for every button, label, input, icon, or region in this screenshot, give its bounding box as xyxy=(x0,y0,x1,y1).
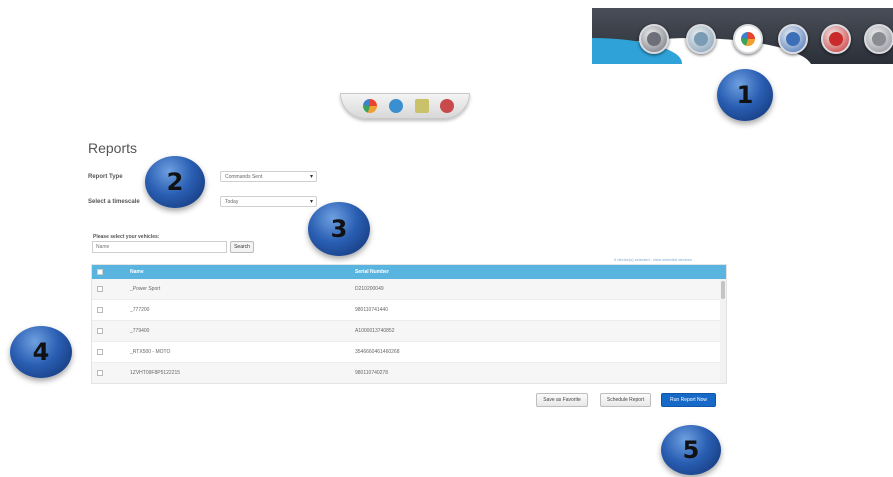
callout-4: 4 xyxy=(10,326,72,378)
globe-icon[interactable] xyxy=(389,99,403,113)
vehicle-name: _777200 xyxy=(130,307,150,313)
map-icon xyxy=(694,32,708,46)
power-icon xyxy=(872,32,886,46)
vehicle-serial: 3546660461460268 xyxy=(355,349,400,355)
list-icon[interactable] xyxy=(415,99,429,113)
vehicles-label: Please select your vehicles: xyxy=(93,234,160,240)
select-all-checkbox[interactable] xyxy=(97,269,103,275)
gray-circle-icon xyxy=(647,32,661,46)
vehicle-table: Name Serial Number _Power Sport D2102000… xyxy=(91,264,727,384)
table-row[interactable]: _777200 980110741440 xyxy=(92,300,726,321)
vehicle-serial: 980110741440 xyxy=(355,307,388,313)
vehicle-name: _Power Sport xyxy=(130,286,161,292)
timescale-select[interactable]: Today ▾ xyxy=(220,196,317,207)
vehicle-search-input[interactable] xyxy=(92,241,227,253)
callout-3: 3 xyxy=(308,202,370,256)
timescale-value: Today xyxy=(225,199,239,205)
help-toolbar-button[interactable] xyxy=(821,24,851,54)
search-button[interactable]: Search xyxy=(230,241,254,253)
table-row[interactable]: _779400 A1000013740852 xyxy=(92,321,726,342)
save-as-favorite-button[interactable]: Save as Favorite xyxy=(536,393,588,407)
pie-chart-icon[interactable] xyxy=(363,99,377,113)
report-type-label: Report Type xyxy=(88,174,123,180)
row-checkbox[interactable] xyxy=(97,286,103,292)
vehicle-serial: 980110740278 xyxy=(355,370,388,376)
home-icon xyxy=(786,32,800,46)
timescale-label: Select a timescale xyxy=(88,199,140,205)
selection-info-link[interactable]: 0 device(s) selected - view selected dev… xyxy=(614,257,692,262)
chevron-down-icon: ▾ xyxy=(309,174,313,180)
map-toolbar-button[interactable] xyxy=(686,24,716,54)
row-checkbox[interactable] xyxy=(97,328,103,334)
report-type-value: Commands Sent xyxy=(225,174,263,180)
row-checkbox[interactable] xyxy=(97,307,103,313)
table-header: Name Serial Number xyxy=(92,265,726,279)
power-toolbar-button[interactable] xyxy=(864,24,893,54)
page-title: Reports xyxy=(88,140,138,156)
chevron-down-icon: ▾ xyxy=(309,199,313,205)
schedule-report-button[interactable]: Schedule Report xyxy=(600,393,651,407)
callout-2: 2 xyxy=(145,156,205,208)
vehicle-name: _RTX500 - MOTO xyxy=(130,349,171,355)
callout-1: 1 xyxy=(717,69,773,121)
callout-5: 5 xyxy=(661,425,721,475)
help-icon xyxy=(829,32,843,46)
heart-icon[interactable] xyxy=(440,99,454,113)
table-row[interactable]: 1ZVHT09F8P5122215 980110740278 xyxy=(92,363,726,383)
vehicle-serial: D210200049 xyxy=(355,286,384,292)
column-header-serial: Serial Number xyxy=(355,269,389,275)
run-report-now-button[interactable]: Run Report Now xyxy=(661,393,716,407)
report-type-select[interactable]: Commands Sent ▾ xyxy=(220,171,317,182)
table-row[interactable]: _RTX500 - MOTO 3546660461460268 xyxy=(92,342,726,363)
gray-circle-toolbar-button[interactable] xyxy=(639,24,669,54)
reports-mini-toolbar xyxy=(340,93,470,119)
home-toolbar-button[interactable] xyxy=(778,24,808,54)
table-scrollbar-thumb[interactable] xyxy=(721,281,725,299)
table-row[interactable]: _Power Sport D210200049 xyxy=(92,279,726,300)
pie-chart-icon xyxy=(741,32,755,46)
vehicle-name: _779400 xyxy=(130,328,150,334)
table-body: _Power Sport D210200049 _777200 98011074… xyxy=(92,279,726,383)
main-toolbar xyxy=(592,8,893,64)
row-checkbox[interactable] xyxy=(97,349,103,355)
vehicle-name: 1ZVHT09F8P5122215 xyxy=(130,370,181,376)
vehicle-serial: A1000013740852 xyxy=(355,328,395,334)
pie-chart-toolbar-button[interactable] xyxy=(733,24,763,54)
row-checkbox[interactable] xyxy=(97,370,103,376)
column-header-name: Name xyxy=(130,269,144,275)
